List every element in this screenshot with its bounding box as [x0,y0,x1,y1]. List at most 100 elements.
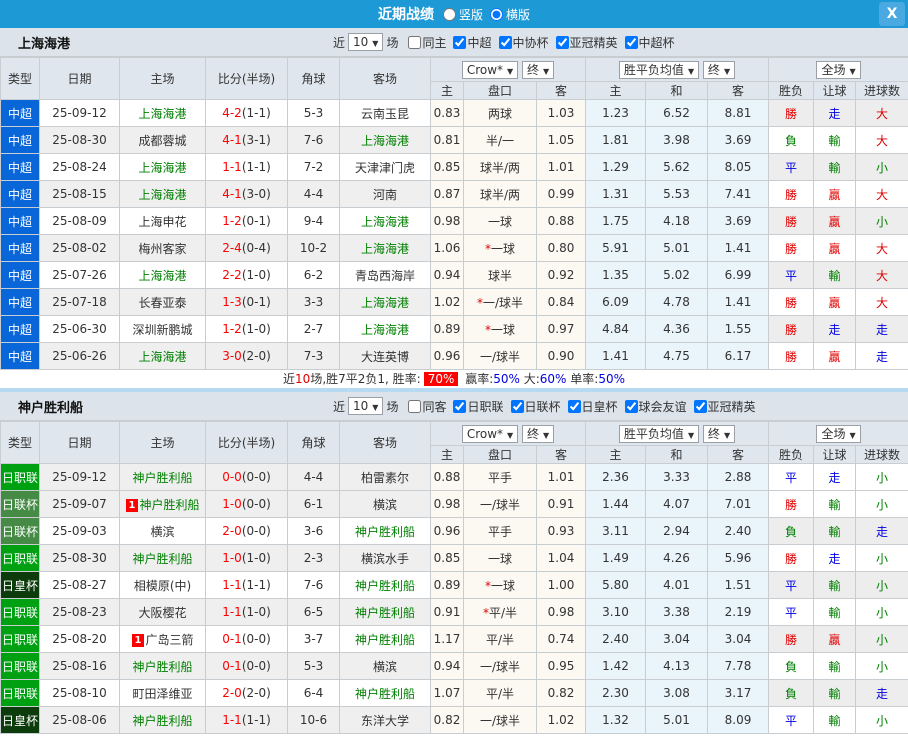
team-link[interactable]: 云南玉昆 [361,107,409,121]
avg-select[interactable]: 胜平负均值 ▼ [618,60,700,79]
team-link[interactable]: 上海海港 [361,323,409,337]
league-filter-checkbox[interactable]: 球会友谊 [618,398,687,415]
team-link[interactable]: 上海海港 [361,134,409,148]
team-link[interactable]: 上海海港 [138,161,186,175]
league-filter-checkbox[interactable]: 亚冠精英 [549,34,618,51]
team-link[interactable]: 长春亚泰 [138,296,186,310]
sub-column-header: 盘口 [463,445,537,464]
team-link[interactable]: 神户胜利船 [355,579,415,593]
match-count-select[interactable]: 10 ▼ [348,33,384,51]
halftime-score: (0-0) [241,524,271,538]
summary-segment: 场,胜7平2负1, 胜率: [310,372,421,386]
scope-select[interactable]: 全场 ▼ [816,424,861,443]
league-filter-checkbox[interactable]: 中协杯 [492,34,549,51]
title-bar: 近期战绩 竖版 横版 X [0,0,908,28]
team-link[interactable]: 上海海港 [138,188,186,202]
team-link[interactable]: 神户胜利船 [355,633,415,647]
team-link[interactable]: 神户胜利船 [132,714,192,728]
team-link[interactable]: 上海海港 [361,215,409,229]
league-filter-checkbox[interactable]: 亚冠精英 [687,398,756,415]
league-cell: 日职联 [0,463,40,491]
score-cell: 1-2(1-0) [205,315,288,343]
odds-time-select[interactable]: 终 ▼ [522,60,555,79]
goals-result-cell: 大 [855,288,908,316]
venue-filter-checkbox-input[interactable] [408,35,422,49]
match-count-select[interactable]: 10 ▼ [348,397,384,415]
league-filter-checkbox[interactable]: 日皇杯 [561,398,618,415]
league-filter-checkbox-input[interactable] [510,399,524,413]
team-link[interactable]: 横滨 [373,498,397,512]
avg-away-cell: 8.05 [706,153,770,181]
halftime-score: (0-1) [241,295,271,309]
away-odds-cell: 0.88 [536,207,586,235]
league-filter-checkbox-input[interactable] [498,35,512,49]
sub-column-header: 胜负 [768,445,815,464]
view-option-horizontal[interactable]: 横版 [486,6,530,23]
team-link[interactable]: 上海海港 [361,242,409,256]
odds-source-select[interactable]: Crow* ▼ [461,424,519,443]
result-cell: 勝 [768,342,815,370]
team-link[interactable]: 神户胜利船 [132,552,192,566]
team-link[interactable]: 天津津门虎 [355,161,415,175]
league-filter-checkbox[interactable]: 日联杯 [504,398,561,415]
team-link[interactable]: 上海申花 [138,215,186,229]
team-link[interactable]: 神户胜利船 [355,606,415,620]
team-link[interactable]: 广岛三箭 [145,633,193,647]
away-team-cell: 横滨 [339,652,431,680]
league-filter-checkbox-input[interactable] [567,399,581,413]
team-link[interactable]: 神户胜利船 [132,660,192,674]
venue-filter-checkbox[interactable]: 同客 [401,398,446,415]
team-link[interactable]: 横滨水手 [361,552,409,566]
league-filter-checkbox-input[interactable] [624,399,638,413]
team-link[interactable]: 柏雷素尔 [361,471,409,485]
handicap-result-cell: 贏 [813,288,857,316]
league-filter-checkbox-input[interactable] [453,35,467,49]
vertical-radio[interactable] [442,7,456,21]
halftime-score: (3-0) [241,187,271,201]
team-link[interactable]: 神户胜利船 [355,525,415,539]
league-filter-checkbox-input[interactable] [693,399,707,413]
team-link[interactable]: 上海海港 [138,350,186,364]
league-filter-checkbox[interactable]: 日职联 [446,398,504,415]
league-filter-checkbox-input[interactable] [453,399,467,413]
avg-home-cell: 1.49 [585,544,646,572]
corners-cell: 7-3 [287,342,340,370]
close-button[interactable]: X [879,2,905,26]
team-link[interactable]: 大连英博 [361,350,409,364]
handicap-result-cell: 輸 [813,598,857,626]
avg-away-cell: 3.04 [706,625,770,653]
horizontal-radio[interactable] [490,7,503,21]
league-filter-checkbox[interactable]: 中超 [446,34,492,51]
avg-time-select[interactable]: 终 ▼ [702,60,736,79]
team-link[interactable]: 相模原(中) [134,579,191,593]
team-link[interactable]: 横滨 [373,660,397,674]
team-link[interactable]: 神户胜利船 [132,471,192,485]
team-link[interactable]: 大阪樱花 [138,606,186,620]
avg-time-select[interactable]: 终 ▼ [702,424,736,443]
league-filter-checkbox-input[interactable] [624,35,638,49]
team-link[interactable]: 东洋大学 [361,714,409,728]
scope-select[interactable]: 全场 ▼ [816,60,861,79]
team-link[interactable]: 青岛西海岸 [355,269,415,283]
league-filter-checkbox[interactable]: 中超杯 [618,34,675,51]
team-link[interactable]: 深圳新鹏城 [132,323,192,337]
view-option-vertical[interactable]: 竖版 [439,6,483,23]
odds-source-select[interactable]: Crow* ▼ [461,60,519,79]
team-link[interactable]: 神户胜利船 [139,498,199,512]
team-link[interactable]: 河南 [373,188,397,202]
home-team-cell: 长春亚泰 [119,288,206,316]
avg-select[interactable]: 胜平负均值 ▼ [618,424,700,443]
venue-filter-checkbox-input[interactable] [408,399,422,413]
team-link[interactable]: 横滨 [150,525,174,539]
team-link[interactable]: 梅州客家 [138,242,186,256]
venue-filter-checkbox[interactable]: 同主 [401,34,446,51]
league-filter-checkbox-input[interactable] [555,35,569,49]
team-link[interactable]: 上海海港 [138,269,186,283]
team-link[interactable]: 神户胜利船 [355,687,415,701]
team-link[interactable]: 上海海港 [138,107,186,121]
team-link[interactable]: 町田泽维亚 [132,687,192,701]
team-link[interactable]: 上海海港 [361,296,409,310]
odds-time-select[interactable]: 终 ▼ [522,424,555,443]
table-row: 日职联 25-08-30 神户胜利船 1-0(1-0) 2-3 横滨水手 0.85 一球 1.0… [0,544,908,572]
team-link[interactable]: 成都蓉城 [138,134,186,148]
